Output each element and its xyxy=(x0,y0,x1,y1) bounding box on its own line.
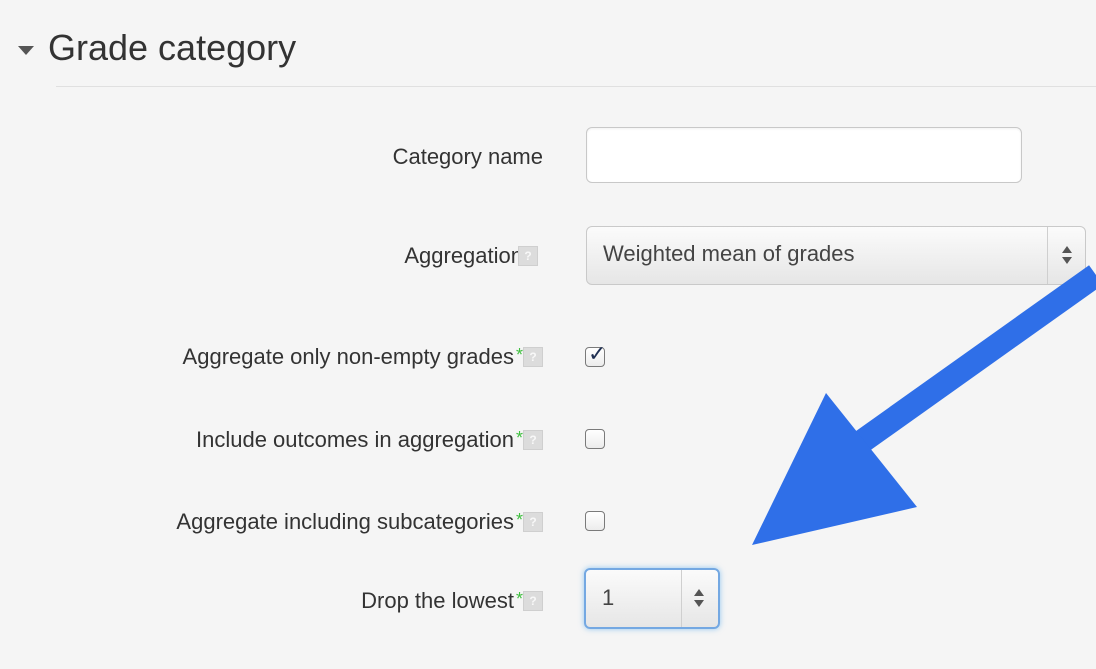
help-icon[interactable]: ? xyxy=(523,591,543,611)
required-icon: * xyxy=(515,345,523,365)
select-arrows-icon xyxy=(1062,244,1074,268)
aggregation-label: Aggregation xyxy=(404,243,523,268)
required-icon: * xyxy=(515,510,523,530)
select-separator xyxy=(681,570,682,627)
required-icon: * xyxy=(515,428,523,448)
drop-lowest-select[interactable]: 1 xyxy=(584,568,720,629)
help-icon[interactable]: ? xyxy=(523,512,543,532)
aggregate-non-empty-checkbox[interactable]: ✓ xyxy=(585,341,606,367)
aggregate-non-empty-label: Aggregate only non-empty grades * xyxy=(182,344,523,369)
caret-down-icon[interactable] xyxy=(18,45,34,55)
section-title: Grade category xyxy=(48,27,297,68)
aggregation-select[interactable]: Weighted mean of grades xyxy=(586,226,1086,285)
aggregation-select-value: Weighted mean of grades xyxy=(603,241,855,266)
select-separator xyxy=(1047,227,1048,284)
include-outcomes-label: Include outcomes in aggregation * xyxy=(195,427,523,452)
aggregate-subcategories-label: Aggregate including subcategories * xyxy=(176,509,523,534)
drop-lowest-label: Drop the lowest * xyxy=(361,588,523,613)
arrow-pointer-icon xyxy=(752,265,1096,545)
help-icon[interactable]: ? xyxy=(523,347,543,367)
include-outcomes-checkbox[interactable] xyxy=(585,429,605,449)
select-arrows-icon xyxy=(694,587,706,611)
section-header[interactable]: Grade category xyxy=(18,18,296,78)
aggregate-subcategories-checkbox[interactable] xyxy=(585,511,605,531)
category-name-input[interactable] xyxy=(586,127,1022,183)
required-icon: * xyxy=(515,589,523,609)
category-name-label: Category name xyxy=(392,144,543,169)
checkmark-icon: ✓ xyxy=(588,341,607,366)
drop-lowest-select-value: 1 xyxy=(602,585,615,610)
help-icon[interactable]: ? xyxy=(518,246,538,266)
help-icon[interactable]: ? xyxy=(523,430,543,450)
section-divider xyxy=(56,86,1096,87)
